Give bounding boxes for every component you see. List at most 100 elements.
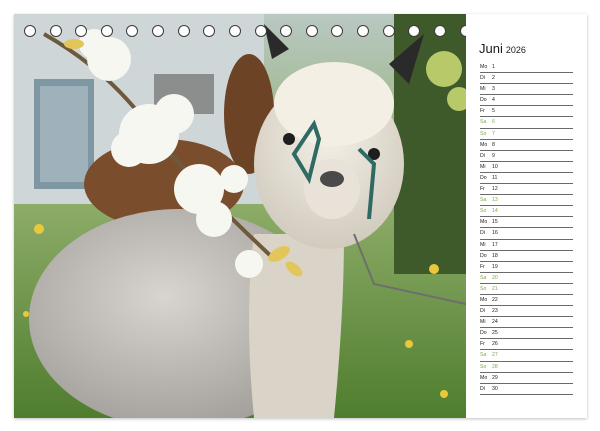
day-row: Di 16	[480, 228, 573, 240]
day-number: 25	[492, 330, 498, 337]
day-number: 21	[492, 285, 498, 292]
day-of-week: Di	[480, 230, 485, 237]
day-number: 28	[492, 363, 498, 370]
day-of-week: Mi	[480, 319, 486, 326]
day-row: Di 9	[480, 151, 573, 162]
binding-ring	[357, 25, 370, 37]
day-number: 12	[492, 186, 498, 193]
day-of-week: Sa	[480, 274, 487, 281]
day-row: Do 18	[480, 251, 573, 262]
day-number: 14	[492, 208, 498, 215]
binding-ring	[382, 25, 395, 37]
day-number: 24	[492, 319, 498, 326]
day-row: So 28	[480, 362, 573, 373]
day-of-week: So	[480, 208, 487, 215]
day-number: 4	[492, 97, 495, 104]
day-row: Mi 10	[480, 162, 573, 173]
binding-ring	[49, 25, 62, 37]
day-of-week: Do	[480, 330, 487, 337]
day-number: 13	[492, 197, 498, 204]
binding-ring	[433, 25, 446, 37]
day-number: 2	[492, 75, 495, 82]
day-of-week: Sa	[480, 197, 487, 204]
day-number: 17	[492, 241, 498, 248]
day-number: 18	[492, 252, 498, 259]
day-of-week: Di	[480, 152, 485, 159]
binding-ring	[331, 25, 344, 37]
day-number: 8	[492, 141, 495, 148]
day-row: Do 11	[480, 173, 573, 185]
alpaca-neck	[249, 234, 344, 418]
day-number: 7	[492, 130, 495, 137]
alpaca-photo	[14, 14, 466, 418]
binding-ring	[126, 25, 139, 37]
day-of-week: Di	[480, 75, 485, 82]
day-row: So 21	[480, 284, 573, 295]
day-of-week: Do	[480, 252, 487, 259]
day-number: 11	[492, 174, 498, 181]
day-of-week: Di	[480, 385, 485, 392]
day-row: Mi 3	[480, 84, 573, 96]
day-of-week: So	[480, 130, 487, 137]
alpaca-illustration	[14, 14, 466, 418]
day-of-week: Do	[480, 174, 487, 181]
day-row: Do 4	[480, 95, 573, 107]
day-number: 3	[492, 86, 495, 93]
day-row: Mi 24	[480, 317, 573, 329]
month-name: Juni	[479, 41, 503, 56]
calendar-column: Juni 2026 Mo 1 Di 2 Mi 3 Do 4 Fr 5 Sa 6 So 7 Mo 8 Di 9 Mi 10…	[466, 14, 587, 418]
binding-ring	[177, 25, 190, 37]
day-row: Fr 12	[480, 184, 573, 196]
day-of-week: Do	[480, 97, 487, 104]
binding-ring	[254, 25, 267, 37]
binding-ring	[280, 25, 293, 37]
day-row: Sa 6	[480, 117, 573, 129]
day-number: 5	[492, 108, 495, 115]
left-eye	[283, 133, 295, 145]
day-of-week: Fr	[480, 263, 485, 270]
day-row: Sa 20	[480, 273, 573, 284]
day-number: 10	[492, 163, 498, 170]
day-of-week: Di	[480, 308, 485, 315]
binding-ring	[152, 25, 165, 37]
binding-ring	[408, 25, 421, 37]
day-of-week: Fr	[480, 108, 485, 115]
day-number: 9	[492, 152, 495, 159]
day-of-week: Mi	[480, 163, 486, 170]
day-number: 19	[492, 263, 498, 270]
day-row: So 7	[480, 129, 573, 140]
day-number: 30	[492, 385, 498, 392]
day-number: 6	[492, 119, 495, 126]
day-list: Mo 1 Di 2 Mi 3 Do 4 Fr 5 Sa 6 So 7 Mo 8 Di 9 Mi 10 Do 11 Fr 12 S…	[480, 62, 573, 395]
day-of-week: Mo	[480, 141, 488, 148]
day-of-week: Sa	[480, 352, 487, 359]
binding-ring	[305, 25, 318, 37]
day-row: Fr 26	[480, 339, 573, 351]
day-row: Mi 17	[480, 240, 573, 251]
day-row: Mo 8	[480, 140, 573, 151]
day-number: 23	[492, 308, 498, 315]
binding-ring	[228, 25, 241, 37]
day-row: Fr 5	[480, 106, 573, 118]
day-row: Mo 29	[480, 373, 573, 384]
day-of-week: Fr	[480, 186, 485, 193]
day-row: Di 30	[480, 384, 573, 395]
day-row: Di 23	[480, 306, 573, 318]
day-row: Sa 13	[480, 195, 573, 207]
day-number: 15	[492, 219, 498, 226]
day-row: Mo 1	[480, 62, 573, 74]
month-title: Juni 2026	[479, 40, 526, 58]
day-of-week: Mo	[480, 374, 488, 381]
day-number: 26	[492, 341, 498, 348]
binding-ring	[100, 25, 113, 37]
day-row: Di 2	[480, 73, 573, 85]
day-of-week: Mo	[480, 219, 488, 226]
day-of-week: Mi	[480, 86, 486, 93]
day-of-week: So	[480, 363, 487, 370]
day-of-week: Mi	[480, 241, 486, 248]
day-number: 22	[492, 296, 498, 303]
day-row: Sa 27	[480, 350, 573, 362]
day-number: 29	[492, 374, 498, 381]
day-of-week: Mo	[480, 296, 488, 303]
day-number: 20	[492, 274, 498, 281]
